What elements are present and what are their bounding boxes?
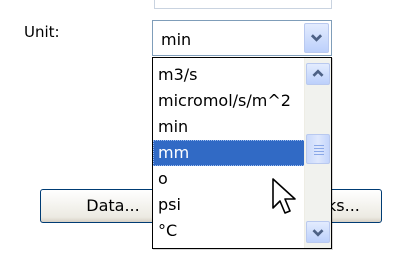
unit-option-m3s[interactable]: m3/s: [153, 62, 306, 88]
thumb-grip-line: [314, 151, 324, 152]
unit-combobox[interactable]: min: [152, 20, 332, 56]
thumb-grip-line: [314, 148, 324, 149]
data-button[interactable]: Data...: [40, 189, 170, 223]
unit-selected-value: min: [161, 30, 192, 49]
unit-option-mm[interactable]: mm: [153, 140, 306, 166]
chevron-up-icon: [312, 69, 324, 77]
dropdown-scrollbar[interactable]: [304, 58, 331, 248]
thumb-grip-line: [314, 145, 324, 146]
scroll-down-button[interactable]: [306, 221, 330, 243]
chevron-down-icon: [310, 34, 323, 42]
mouse-pointer-icon: [272, 178, 296, 214]
scroll-up-button[interactable]: [306, 63, 330, 85]
data-button-label: Data...: [86, 196, 140, 215]
unit-option-celsius[interactable]: °C: [153, 218, 306, 244]
links-button[interactable]: ks...: [326, 189, 382, 223]
thumb-grip-line: [314, 154, 324, 155]
unit-option-min[interactable]: min: [153, 114, 306, 140]
unit-option-micromol[interactable]: micromol/s/m^2: [153, 88, 306, 114]
scroll-thumb[interactable]: [306, 134, 330, 164]
unit-dropdown-list[interactable]: m3/s micromol/s/m^2 min mm o psi °C: [152, 57, 332, 249]
upper-field-edge: [154, 0, 332, 9]
chevron-down-icon: [312, 229, 324, 237]
unit-label: Unit:: [24, 23, 60, 41]
unit-dropdown-button[interactable]: [304, 23, 329, 53]
